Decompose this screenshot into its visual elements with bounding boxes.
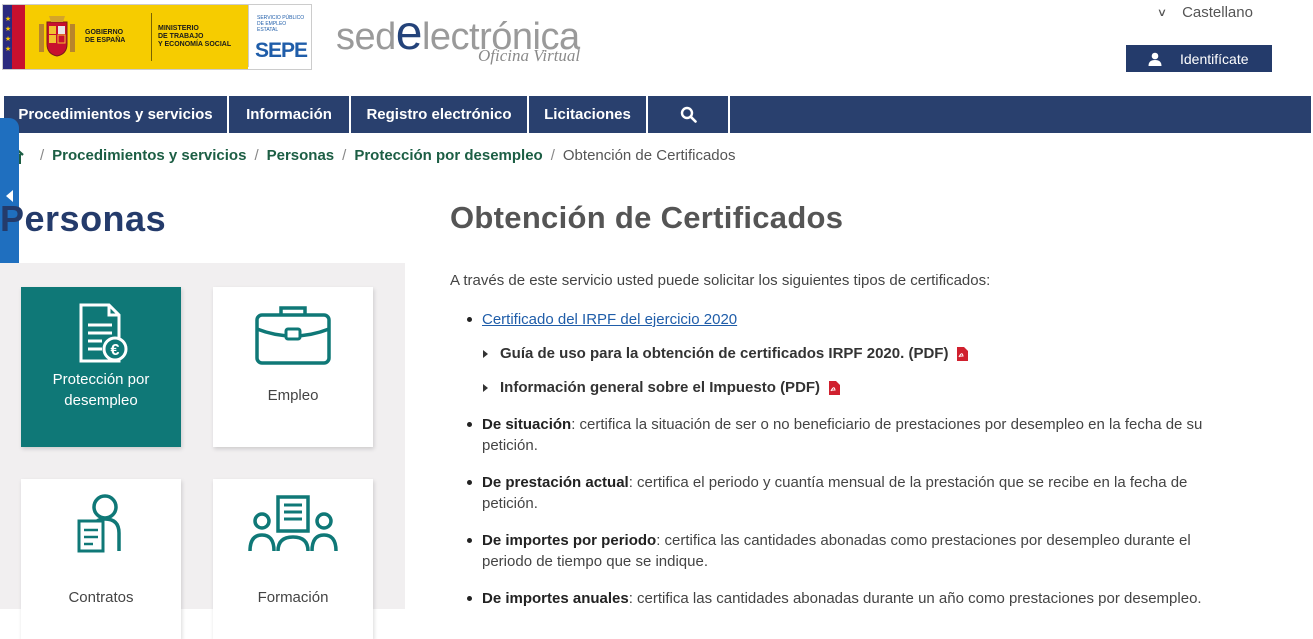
section-title: Personas [0,198,167,239]
item-description-cont: petición. [482,437,538,454]
list-item: Certificado del IRPF del ejercicio 2020 [467,309,1247,330]
list-item: De situación: certifica la situación de … [467,414,1247,456]
tile-label: Contratos [68,589,134,606]
eu-flag-strip: ★ ★ ★ ★ [3,5,25,69]
irpf-certificate-link[interactable]: Certificado del IRPF del ejercicio 2020 [482,311,737,328]
certificate-euro-icon: € [79,303,128,363]
list-item: De prestación actual: certifica el perio… [467,472,1247,514]
breadcrumb-personas[interactable]: Personas [267,147,335,164]
page-title: Obtención de Certificados [450,200,844,235]
person-document-icon [77,494,121,553]
sepe-logo: SERVICIO PÚBLICO DE EMPLEO ESTATAL SEPE [248,5,311,67]
irpf-guide-label: Guía de uso para la obtención de certifi… [500,345,949,362]
item-term: De prestación actual [482,474,629,491]
search-icon [680,106,697,123]
tile-label: Protección por desempleo [52,371,150,409]
gobierno-text: GOBIERNO DE ESPAÑA [85,29,126,44]
nav-search-button[interactable] [648,96,730,133]
gobierno-banner: GOBIERNO DE ESPAÑA MINISTERIO DE TRABAJO… [25,5,248,69]
government-logo[interactable]: ★ ★ ★ ★ GOBIERNO DE ESPAÑA MINISTERIO DE TR… [2,4,312,70]
tax-info-label: Información general sobre el Impuesto (P… [500,379,821,396]
breadcrumb-procedimientos[interactable]: Procedimientos y servicios [52,147,246,164]
divider [151,13,152,61]
sepe-wordmark: SEPE [255,39,308,62]
login-button[interactable]: Identifícate [1126,45,1272,72]
item-term: De importes por periodo [482,532,657,549]
nav-licitaciones[interactable]: Licitaciones [529,96,648,133]
list-item: De importes anuales: certifica las canti… [467,588,1247,609]
breadcrumb-separator: / [550,146,555,164]
list-item: De importes por periodo: certifica las c… [467,530,1247,572]
sepe-subtitle: SERVICIO PÚBLICO DE EMPLEO ESTATAL [257,15,305,33]
tile-empleo[interactable]: Empleo [213,287,373,447]
breadcrumb-current: Obtención de Certificados [562,146,736,164]
language-label: Castellano [1182,4,1253,21]
side-panel-toggle[interactable] [0,118,19,274]
oficina-virtual-text: Oficina Virtual [478,46,581,65]
coat-of-arms-icon [39,16,75,57]
item-description-cont: periodo de tiempo que se indique. [482,553,708,570]
item-term: De situación [482,416,572,433]
training-group-icon [248,495,338,552]
nav-procedimientos[interactable]: Procedimientos y servicios [4,96,229,133]
tax-info-link[interactable]: Información general sobre el Impuesto (P… [467,377,1247,398]
pdf-icon [957,346,969,361]
tile-label: Formación [257,589,329,606]
intro-text: A través de este servicio usted puede so… [450,272,991,289]
ministerio-text: MINISTERIO DE TRABAJO Y ECONOMÍA SOCIAL [158,25,232,48]
item-description: : certifica la situación de ser o no ben… [571,416,1203,433]
user-icon [1148,52,1162,66]
tile-label: Empleo [267,387,319,404]
briefcase-icon [255,306,331,365]
breadcrumb: / Procedimientos y servicios / Personas … [4,145,736,165]
breadcrumb-proteccion[interactable]: Protección por desempleo [354,147,542,164]
svg-text:€: € [111,342,120,359]
language-selector[interactable]: ∨ Castellano [1156,4,1253,21]
main-navigation: Procedimientos y servicios Información R… [4,96,1311,133]
sede-electronica-logo[interactable]: sedelectrónica Oficina Virtual [336,6,606,66]
breadcrumb-separator: / [342,146,347,164]
breadcrumb-separator: / [254,146,259,164]
nav-informacion[interactable]: Información [229,96,351,133]
item-description: : certifica las cantidades abonadas como… [656,532,1191,549]
item-description: : certifica el periodo y cuantía mensual… [628,474,1188,491]
login-label: Identifícate [1180,50,1249,67]
chevron-down-icon: ∨ [1156,7,1168,19]
item-description: : certifica las cantidades abonadas dura… [628,590,1202,607]
breadcrumb-separator: / [40,146,45,164]
caret-right-icon [483,384,488,392]
caret-right-icon [483,350,488,358]
tile-proteccion-desempleo[interactable]: € Protección por desempleo [21,287,181,447]
tile-contratos[interactable]: Contratos [21,479,181,639]
star-icons: ★ ★ ★ ★ [4,16,12,53]
tile-formacion[interactable]: Formación [213,479,373,639]
irpf-guide-link[interactable]: Guía de uso para la obtención de certifi… [467,343,1247,364]
item-description-cont: petición. [482,495,538,512]
pdf-icon [829,380,841,395]
item-term: De importes anuales [482,590,629,607]
certificate-list: Certificado del IRPF del ejercicio 2020 … [467,309,1247,609]
nav-registro-electronico[interactable]: Registro electrónico [351,96,529,133]
